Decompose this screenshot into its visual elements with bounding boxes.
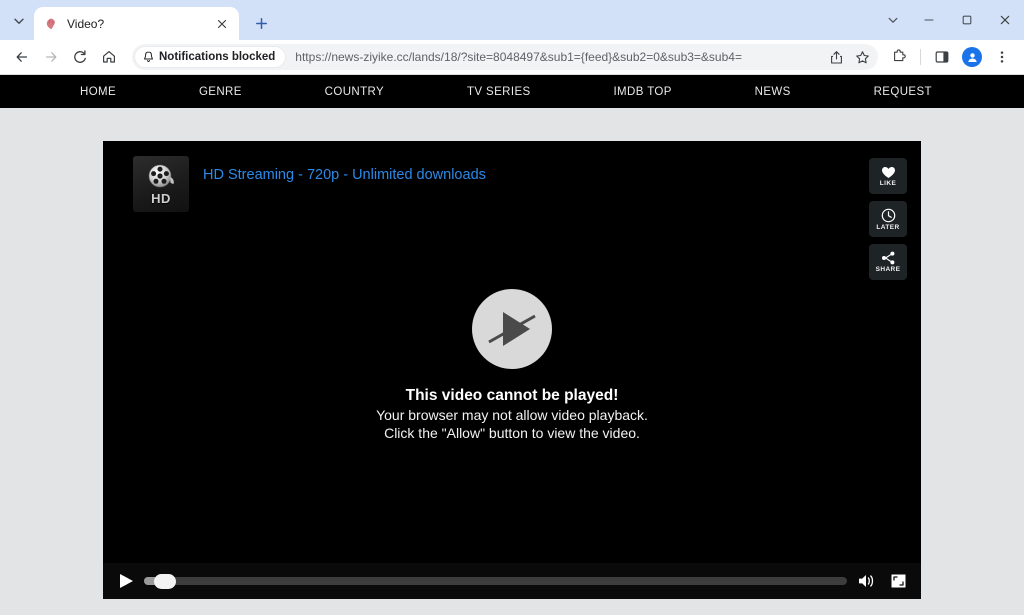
browser-toolbar: Notifications blocked https://news-ziyik…: [0, 40, 1024, 75]
chevron-down-glyph: [13, 15, 25, 27]
notifications-blocked-label: Notifications blocked: [159, 51, 275, 63]
play-triangle-icon: [117, 571, 135, 591]
site-favicon: [43, 16, 59, 32]
maximize-button[interactable]: [948, 4, 986, 36]
home-button[interactable]: [95, 43, 123, 71]
maximize-icon: [961, 14, 973, 26]
tab-search-chevron-icon[interactable]: [6, 8, 32, 34]
play-button[interactable]: [117, 571, 135, 591]
share-label: SHARE: [876, 266, 901, 273]
seek-track: [144, 577, 847, 585]
tab-title: Video?: [67, 17, 205, 31]
close-tab-icon[interactable]: [213, 15, 230, 32]
window-chevron-down-button[interactable]: [876, 4, 910, 36]
nav-item-request[interactable]: REQUEST: [874, 86, 932, 98]
back-button[interactable]: [8, 43, 36, 71]
hd-logo: HD: [133, 156, 189, 212]
extensions-button[interactable]: [885, 43, 913, 71]
disabled-play-button[interactable]: [472, 289, 552, 369]
side-panel-button[interactable]: [928, 43, 956, 71]
person-glyph: [966, 51, 979, 64]
watch-later-button[interactable]: LATER: [869, 201, 907, 237]
nav-item-news[interactable]: NEWS: [755, 86, 791, 98]
error-title: This video cannot be played!: [406, 387, 619, 405]
three-dot-menu-icon: [995, 50, 1009, 64]
close-window-button[interactable]: [986, 4, 1024, 36]
home-icon: [101, 49, 117, 65]
film-reel-icon: [146, 163, 176, 190]
browser-menu-button[interactable]: [988, 43, 1016, 71]
share-button[interactable]: [824, 45, 848, 69]
notifications-blocked-chip[interactable]: Notifications blocked: [134, 46, 286, 68]
play-blocked-icon: [472, 289, 552, 369]
later-label: LATER: [876, 224, 899, 231]
player-controls-bar: [103, 563, 921, 599]
site-navigation-items: HOME GENRE COUNTRY TV SERIES IMDB TOP NE…: [62, 86, 962, 98]
close-window-icon: [999, 14, 1011, 26]
player-side-actions: LIKE LATER: [869, 158, 907, 280]
heart-icon: [881, 166, 896, 179]
playback-error-block: This video cannot be played! Your browse…: [103, 289, 921, 441]
hd-streaming-promo-link[interactable]: HD Streaming - 720p - Unlimited download…: [203, 167, 486, 183]
video-player[interactable]: HD HD Streaming - 720p - Unlimited downl…: [103, 141, 921, 599]
bell-icon: [143, 51, 154, 63]
nav-item-genre[interactable]: GENRE: [199, 86, 242, 98]
error-line-2: Click the "Allow" button to view the vid…: [384, 425, 640, 441]
bookmark-button[interactable]: [850, 45, 874, 69]
seek-handle[interactable]: [154, 574, 176, 589]
seek-bar[interactable]: [144, 571, 847, 591]
toolbar-right-actions: [885, 43, 1016, 71]
address-bar[interactable]: Notifications blocked https://news-ziyik…: [132, 44, 878, 70]
page-bottom-cutoff-sliver: [0, 611, 1024, 615]
video-player-wrapper: HD HD Streaming - 720p - Unlimited downl…: [0, 108, 1024, 599]
window-controls: [876, 0, 1024, 40]
minimize-icon: [923, 14, 935, 26]
nav-item-country[interactable]: COUNTRY: [325, 86, 384, 98]
reload-button[interactable]: [66, 43, 94, 71]
share-icon: [829, 50, 844, 65]
profile-button[interactable]: [958, 43, 986, 71]
nav-item-tv-series[interactable]: TV SERIES: [467, 86, 531, 98]
share-button[interactable]: SHARE: [869, 244, 907, 280]
nav-item-home[interactable]: HOME: [80, 86, 116, 98]
forward-button[interactable]: [37, 43, 65, 71]
reload-icon: [72, 49, 88, 65]
browser-tab[interactable]: Video?: [34, 7, 239, 40]
close-glyph: [217, 19, 227, 29]
clock-icon: [881, 208, 896, 223]
chevron-down-icon: [887, 14, 899, 26]
new-tab-button[interactable]: [247, 9, 275, 37]
profile-avatar-icon: [962, 47, 982, 67]
omnibox-actions: [824, 45, 874, 69]
minimize-button[interactable]: [910, 4, 948, 36]
forward-arrow-icon: [43, 49, 59, 65]
url-text: https://news-ziyike.cc/lands/18/?site=80…: [295, 50, 824, 64]
volume-button[interactable]: [856, 571, 878, 591]
player-header: HD HD Streaming - 720p - Unlimited downl…: [133, 156, 907, 212]
share-nodes-icon: [881, 251, 896, 265]
back-arrow-icon: [14, 49, 30, 65]
hd-logo-text: HD: [151, 191, 171, 206]
extensions-puzzle-icon: [891, 49, 907, 65]
like-label: LIKE: [880, 180, 896, 187]
browser-window: Video?: [0, 0, 1024, 615]
toolbar-divider: [920, 49, 921, 65]
fullscreen-expand-icon: [890, 573, 907, 589]
nav-item-imdb-top[interactable]: IMDB TOP: [613, 86, 671, 98]
tab-strip: Video?: [0, 0, 1024, 40]
like-button[interactable]: LIKE: [869, 158, 907, 194]
side-panel-icon: [934, 49, 950, 65]
page-content: HOME GENRE COUNTRY TV SERIES IMDB TOP NE…: [0, 75, 1024, 615]
site-navigation-bar: HOME GENRE COUNTRY TV SERIES IMDB TOP NE…: [0, 75, 1024, 108]
plus-icon: [255, 17, 268, 30]
fullscreen-button[interactable]: [887, 571, 909, 591]
error-line-1: Your browser may not allow video playbac…: [376, 407, 648, 423]
volume-speaker-icon: [857, 573, 877, 589]
favicon-glyph: [44, 17, 58, 31]
star-bookmark-icon: [855, 50, 870, 65]
